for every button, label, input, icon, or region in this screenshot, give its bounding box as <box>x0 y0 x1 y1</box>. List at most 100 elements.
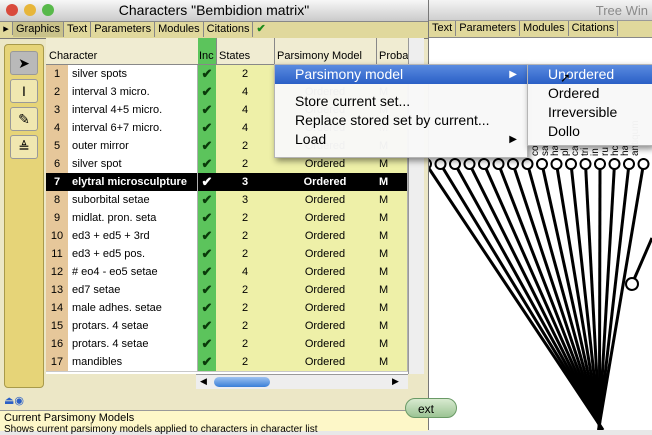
included-checkbox[interactable]: ✔ <box>198 155 217 173</box>
submenu-item-dollo[interactable]: Dollo <box>528 122 652 141</box>
included-checkbox[interactable]: ✔ <box>198 65 217 83</box>
menu-item-parsimony-model[interactable]: Parsimony model ▶ <box>275 65 527 84</box>
states-count[interactable]: 2 <box>216 65 275 83</box>
included-checkbox[interactable]: ✔ <box>198 191 217 209</box>
character-name[interactable]: protars. 4 setae <box>68 335 198 353</box>
included-checkbox[interactable]: ✔ <box>198 209 217 227</box>
states-count[interactable]: 4 <box>216 101 275 119</box>
probability-cell[interactable]: M <box>376 281 408 299</box>
row-number[interactable]: 17 <box>46 353 69 371</box>
table-row[interactable]: 13 ed7 setae ✔ 2 Ordered M <box>46 281 408 300</box>
probability-cell[interactable]: M <box>376 335 408 353</box>
header-states[interactable]: States <box>216 38 275 64</box>
probability-cell[interactable]: M <box>376 245 408 263</box>
states-count[interactable]: 3 <box>216 191 275 209</box>
probability-cell[interactable]: M <box>376 173 408 191</box>
tab-citations[interactable]: Citations <box>204 22 254 37</box>
included-checkbox[interactable]: ✔ <box>198 335 217 353</box>
row-number[interactable]: 10 <box>46 227 69 245</box>
check-icon[interactable]: ✔ <box>253 22 268 37</box>
row-number[interactable]: 4 <box>46 119 69 137</box>
row-number[interactable]: 16 <box>46 335 69 353</box>
header-character[interactable]: Character <box>46 38 199 64</box>
tab-scroll-arrow-icon[interactable]: ▸ <box>0 22 13 35</box>
character-name[interactable]: male adhes. setae <box>68 299 198 317</box>
row-number[interactable]: 14 <box>46 299 69 317</box>
row-number[interactable]: 11 <box>46 245 69 263</box>
parsimony-model-cell[interactable]: Ordered <box>274 191 377 209</box>
tree-window-titlebar[interactable]: Tree Win <box>418 0 652 21</box>
included-checkbox[interactable]: ✔ <box>198 83 217 101</box>
character-name[interactable]: interval 6+7 micro. <box>68 119 198 137</box>
character-name[interactable]: silver spots <box>68 65 198 83</box>
character-name[interactable]: outer mirror <box>68 137 198 155</box>
next-button[interactable]: ext <box>405 398 457 418</box>
included-checkbox[interactable]: ✔ <box>198 173 217 191</box>
table-row[interactable]: 14 male adhes. setae ✔ 2 Ordered M <box>46 299 408 318</box>
table-row[interactable]: 16 protars. 4 setae ✔ 2 Ordered M <box>46 335 408 354</box>
character-name[interactable]: # eo4 - eo5 setae <box>68 263 198 281</box>
table-row[interactable]: 7 elytral microsculpture ✔ 3 Ordered M <box>46 173 408 192</box>
table-row[interactable]: 17 mandibles ✔ 2 Ordered M <box>46 353 408 372</box>
row-number[interactable]: 3 <box>46 101 69 119</box>
states-count[interactable]: 3 <box>216 173 275 191</box>
parsimony-model-cell[interactable]: Ordered <box>274 227 377 245</box>
table-row[interactable]: 11 ed3 + ed5 pos. ✔ 2 Ordered M <box>46 245 408 264</box>
character-name[interactable]: interval 4+5 micro. <box>68 101 198 119</box>
table-row[interactable]: 15 protars. 4 setae ✔ 2 Ordered M <box>46 317 408 336</box>
scroll-thumb[interactable] <box>214 377 270 387</box>
probability-cell[interactable]: M <box>376 353 408 371</box>
tab-parameters[interactable]: Parameters <box>91 22 156 37</box>
info-toggle-icon[interactable]: ⏏◉ <box>4 394 24 407</box>
row-number[interactable]: 12 <box>46 263 69 281</box>
included-checkbox[interactable]: ✔ <box>198 281 217 299</box>
tree-tab-parameters[interactable]: Parameters <box>456 21 521 36</box>
states-count[interactable]: 2 <box>216 317 275 335</box>
parsimony-model-cell[interactable]: Ordered <box>274 245 377 263</box>
included-checkbox[interactable]: ✔ <box>198 119 217 137</box>
submenu-item-irreversible[interactable]: Irreversible <box>528 103 652 122</box>
row-number[interactable]: 13 <box>46 281 69 299</box>
states-count[interactable]: 2 <box>216 281 275 299</box>
row-number[interactable]: 8 <box>46 191 69 209</box>
states-count[interactable]: 2 <box>216 227 275 245</box>
header-parsimony-model[interactable]: Parsimony Model <box>274 38 377 64</box>
included-checkbox[interactable]: ✔ <box>198 263 217 281</box>
scroll-right-icon[interactable]: ▶ <box>392 376 399 387</box>
probability-cell[interactable]: M <box>376 317 408 335</box>
included-checkbox[interactable]: ✔ <box>198 299 217 317</box>
states-count[interactable]: 2 <box>216 209 275 227</box>
included-checkbox[interactable]: ✔ <box>198 245 217 263</box>
tab-modules[interactable]: Modules <box>155 22 204 37</box>
probability-cell[interactable]: M <box>376 227 408 245</box>
states-count[interactable]: 2 <box>216 155 275 173</box>
parsimony-model-cell[interactable]: Ordered <box>274 299 377 317</box>
character-name[interactable]: silver spot <box>68 155 198 173</box>
arrow-tool-icon[interactable]: ➤ <box>10 51 38 75</box>
probability-cell[interactable]: M <box>376 209 408 227</box>
probability-cell[interactable]: M <box>376 299 408 317</box>
parsimony-model-cell[interactable]: Ordered <box>274 353 377 371</box>
menu-item-load[interactable]: Load ▶ <box>275 130 527 149</box>
states-count[interactable]: 2 <box>216 335 275 353</box>
row-number[interactable]: 15 <box>46 317 69 335</box>
parsimony-model-cell[interactable]: Ordered <box>274 209 377 227</box>
character-name[interactable]: ed7 setae <box>68 281 198 299</box>
included-checkbox[interactable]: ✔ <box>198 227 217 245</box>
row-number[interactable]: 6 <box>46 155 69 173</box>
states-count[interactable]: 4 <box>216 263 275 281</box>
included-checkbox[interactable]: ✔ <box>198 137 217 155</box>
scroll-left-icon[interactable]: ◀ <box>200 376 207 387</box>
tab-graphics[interactable]: Graphics <box>13 22 65 37</box>
states-count[interactable]: 4 <box>216 83 275 101</box>
included-checkbox[interactable]: ✔ <box>198 353 217 371</box>
row-number[interactable]: 5 <box>46 137 69 155</box>
parsimony-model-cell[interactable]: Ordered <box>274 173 377 191</box>
character-name[interactable]: midlat. pron. seta <box>68 209 198 227</box>
states-count[interactable]: 2 <box>216 299 275 317</box>
submenu-item-ordered[interactable]: Ordered <box>528 84 652 103</box>
row-number[interactable]: 7 <box>46 173 69 191</box>
table-row[interactable]: 12 # eo4 - eo5 setae ✔ 4 Ordered M <box>46 263 408 282</box>
magic-wand-tool-icon[interactable]: ✎ <box>10 107 38 131</box>
parsimony-model-cell[interactable]: Ordered <box>274 317 377 335</box>
